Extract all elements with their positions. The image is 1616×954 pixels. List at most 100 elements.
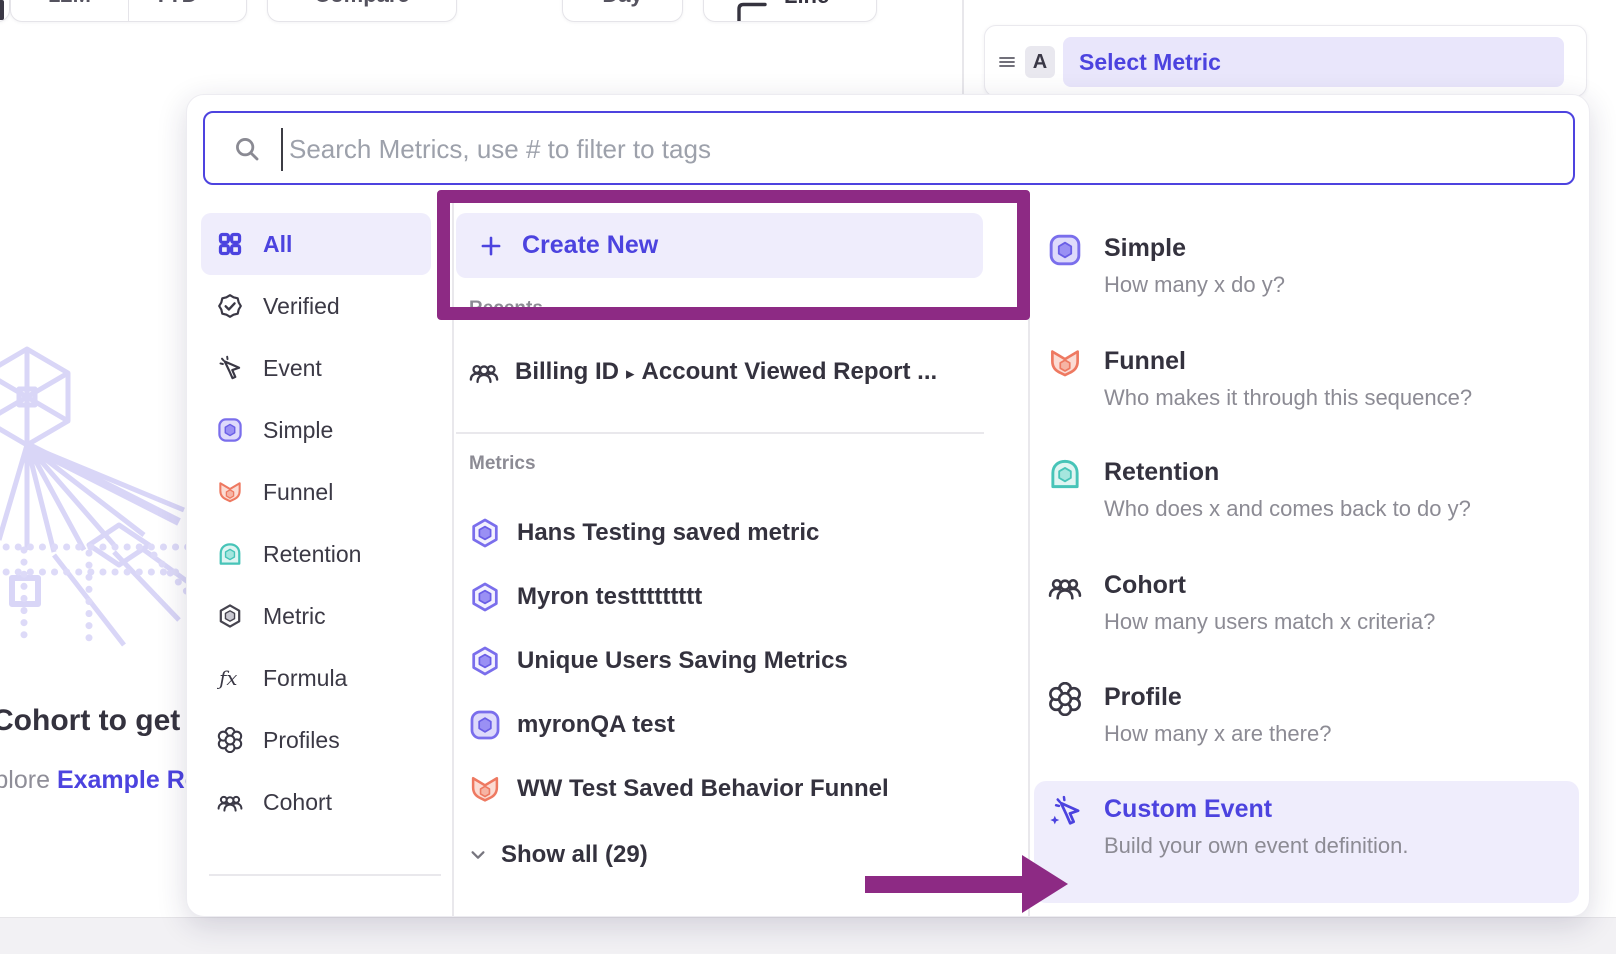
sidebar-item-verified[interactable]: Verified [201,275,431,337]
recent-item-label: Billing ID▸Account Viewed Report ... [515,358,937,386]
sidebar-label: Profiles [263,727,340,754]
sidebar-label: Cohort [263,789,332,816]
metric-hexagon-icon [217,603,243,629]
sidebar-label: Funnel [263,479,333,506]
profiles-cluster-icon [1048,682,1082,716]
event-cursor-icon [217,355,243,381]
metric-hexagon-icon [469,581,501,613]
type-option-profile[interactable]: Profile How many x are there? [1034,682,1579,747]
section-divider [456,432,984,434]
select-metric-button[interactable]: Select Metric [1063,37,1564,87]
type-description: How many x do y? [1104,272,1579,298]
date-range-control: 12M YTD [10,0,247,22]
screen: 12M YTD Compare Day Line A Select Metric [0,0,1616,954]
metric-list-item[interactable]: Unique Users Saving Metrics [469,629,848,693]
metric-item-label: Hans Testing saved metric [517,519,819,547]
cohort-people-icon [469,357,499,387]
type-description: Who does x and comes back to do y? [1104,496,1579,522]
funnel-icon [1048,346,1082,380]
type-title: Profile [1104,682,1579,712]
type-option-custom-event[interactable]: Custom Event Build your own event defini… [1034,794,1579,859]
metric-list-item[interactable]: Myron testtttttttt [469,565,702,629]
search-bar [203,111,1575,185]
tag-icon [217,913,243,917]
sidebar-item-simple[interactable]: Simple [201,399,431,461]
cohort-people-icon [217,789,243,815]
toolbar-fragment-icon [0,0,4,20]
simple-metric-icon [1048,233,1082,267]
line-label: Line [784,0,829,22]
recent-item-billing[interactable]: Billing ID▸Account Viewed Report ... [469,349,937,395]
metric-list-item[interactable]: myronQA test [469,693,675,757]
range-ytd-label: YTD [154,0,198,8]
select-metric-label: Select Metric [1079,49,1221,76]
compare-label: Compare [314,0,409,8]
sidebar-item-funnel[interactable]: Funnel [201,461,431,523]
sidebar-item-formula[interactable]: Formula [201,647,431,709]
sidebar-label: All [263,231,292,258]
sidebar-item-metric[interactable]: Metric [201,585,431,647]
metric-item-label: WW Test Saved Behavior Funnel [517,775,889,803]
annotation-arrow-shaft [865,876,1023,893]
compare-button[interactable]: Compare [267,0,457,22]
sidebar-label: Simple [263,417,333,444]
type-description: Build your own event definition. [1104,833,1579,859]
search-input[interactable] [289,119,1529,179]
type-title: Retention [1104,457,1579,487]
recent-item-target: Account Viewed Report ... [642,358,938,385]
line-chart-type-button[interactable]: Line [703,0,877,22]
profiles-cluster-icon [217,727,243,753]
metric-type-panel: Simple How many x do y? Funnel Who makes… [1034,201,1579,917]
series-a-badge: A [1025,46,1055,78]
retention-icon [217,541,243,567]
sidebar-label: Event [263,355,322,382]
custom-event-cursor-icon [1048,794,1082,828]
text-cursor [281,128,283,171]
formula-fx-icon [217,665,243,691]
empty-state-illustration [0,340,204,660]
page-bottom-area [0,917,1616,954]
type-title: Simple [1104,233,1579,263]
simple-metric-icon [217,417,243,443]
sidebar-item-profiles[interactable]: Profiles [201,709,431,771]
sidebar-item-retention[interactable]: Retention [201,523,431,585]
sidebar-label: Tags [263,913,312,918]
show-all-label: Show all (29) [501,841,648,869]
type-option-cohort[interactable]: Cohort How many users match x criteria? [1034,570,1579,635]
verified-badge-icon [217,293,243,319]
day-interval-button[interactable]: Day [562,0,683,22]
explore-text: explore [0,766,57,794]
range-12m-button[interactable]: 12M [11,0,128,21]
metric-item-label: myronQA test [517,711,675,739]
type-option-funnel[interactable]: Funnel Who makes it through this sequenc… [1034,346,1579,411]
type-description: Who makes it through this sequence? [1104,385,1579,411]
type-option-simple[interactable]: Simple How many x do y? [1034,233,1579,298]
sidebar-label: Retention [263,541,361,568]
type-option-retention[interactable]: Retention Who does x and comes back to d… [1034,457,1579,522]
type-title: Cohort [1104,570,1579,600]
type-title: Funnel [1104,346,1579,376]
metric-item-label: Myron testtttttttt [517,583,702,611]
day-label: Day [602,0,642,8]
drag-handle-icon[interactable] [997,52,1017,72]
search-icon [233,135,261,163]
sidebar-item-tags[interactable]: Tags [201,895,431,917]
range-ytd-button[interactable]: YTD [128,0,246,21]
metric-list-item[interactable]: WW Test Saved Behavior Funnel [469,757,889,821]
sidebar-label: Metric [263,603,326,630]
sidebar-item-cohort[interactable]: Cohort [201,771,431,833]
chevron-down-icon [206,0,222,3]
sidebar-item-all[interactable]: All [201,213,431,275]
grid-icon [217,231,243,257]
metric-item-label: Unique Users Saving Metrics [517,647,848,675]
sidebar-label: Formula [263,665,347,692]
metric-hexagon-icon [469,645,501,677]
metric-list-item[interactable]: Hans Testing saved metric [469,501,819,565]
chevron-down-icon [469,846,487,864]
annotation-highlight-box [437,190,1030,320]
show-all-button[interactable]: Show all (29) [469,836,648,874]
category-sidebar: All Verified Event Simple Funnel Retenti… [201,213,441,833]
metrics-section-title: Metrics [469,453,536,475]
type-description: How many x are there? [1104,721,1579,747]
sidebar-item-event[interactable]: Event [201,337,431,399]
